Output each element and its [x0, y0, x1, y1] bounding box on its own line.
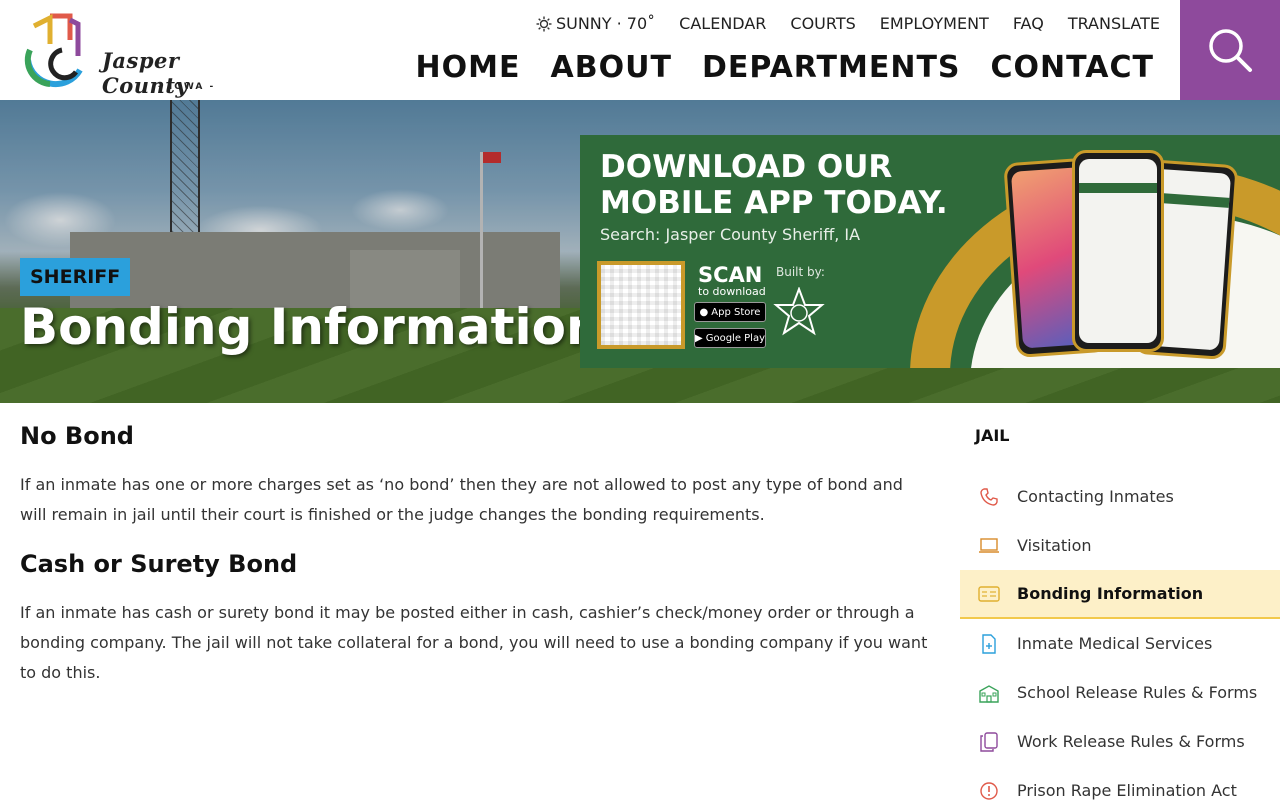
- sidebar-item-contacting-inmates[interactable]: Contacting Inmates: [960, 472, 1280, 521]
- section-text-cash-surety: If an inmate has cash or surety bond it …: [20, 603, 928, 682]
- category-badge[interactable]: SHERIFF: [20, 258, 131, 296]
- phone-mockup-center: [1072, 150, 1164, 352]
- app-store-button[interactable]: ● App Store: [694, 302, 766, 322]
- nav-translate-link[interactable]: TRANSLATE: [1068, 14, 1160, 33]
- county-logo-mark-icon: [24, 13, 83, 88]
- google-play-button[interactable]: ▶ Google Play: [694, 328, 766, 348]
- nav-calendar-link[interactable]: CALENDAR: [679, 14, 766, 33]
- banner-search-text: Search: Jasper County Sheriff, IA: [600, 225, 861, 244]
- app-store-label: App Store: [711, 306, 761, 318]
- sidebar-item-label: Work Release Rules & Forms: [1017, 732, 1245, 751]
- info-icon: [978, 780, 1000, 800]
- site-header: Jasper County - IOWA - SUNNY · 70˚ CALEN…: [0, 0, 1280, 100]
- sidebar-nav: JAIL Contacting Inmates Visitation Bondi…: [960, 418, 1280, 800]
- sidebar-item-label: Bonding Information: [1017, 584, 1204, 603]
- nav-employment-link[interactable]: EMPLOYMENT: [880, 14, 989, 33]
- search-icon: [1209, 29, 1252, 72]
- scan-sublabel: to download: [698, 285, 766, 298]
- sidebar-item-bonding-information[interactable]: Bonding Information: [960, 570, 1280, 619]
- page-title: Bonding Information: [20, 298, 602, 356]
- sidebar-item-label: Prison Rape Elimination Act: [1017, 781, 1237, 800]
- sidebar-item-work-release[interactable]: Work Release Rules & Forms: [960, 717, 1280, 766]
- sidebar-item-inmate-medical-services[interactable]: Inmate Medical Services: [960, 619, 1280, 668]
- main-nav: HOME ABOUT DEPARTMENTS CONTACT: [416, 50, 1154, 85]
- sheriff-star-icon: [773, 287, 825, 336]
- documents-icon: [978, 731, 1000, 753]
- school-icon: [978, 682, 1000, 704]
- sidebar-item-label: School Release Rules & Forms: [1017, 683, 1258, 702]
- laptop-icon: [978, 535, 1000, 557]
- sun-icon: [536, 16, 552, 31]
- section-heading-cash-surety: Cash or Surety Bond: [20, 550, 298, 578]
- mobile-app-banner[interactable]: DOWNLOAD OUR MOBILE APP TODAY. Search: J…: [580, 135, 1280, 368]
- main-content: No Bond If an inmate has one or more cha…: [20, 420, 930, 708]
- nav-courts-link[interactable]: COURTS: [790, 14, 855, 33]
- nav-departments-link[interactable]: DEPARTMENTS: [702, 50, 961, 85]
- logo-subtext: - IOWA -: [158, 82, 216, 92]
- county-logo[interactable]: Jasper County - IOWA -: [20, 10, 250, 98]
- sidebar-item-prea[interactable]: Prison Rape Elimination Act: [960, 766, 1280, 800]
- medical-file-icon: [978, 633, 1000, 655]
- sidebar-item-visitation[interactable]: Visitation: [960, 521, 1280, 570]
- section-heading-no-bond: No Bond: [20, 422, 134, 450]
- section-text-no-bond: If an inmate has one or more charges set…: [20, 475, 903, 524]
- banner-title-line2: MOBILE APP TODAY.: [600, 185, 948, 221]
- nav-faq-link[interactable]: FAQ: [1013, 14, 1044, 33]
- nav-about-link[interactable]: ABOUT: [551, 50, 672, 85]
- nav-home-link[interactable]: HOME: [416, 50, 521, 85]
- sidebar-heading: JAIL: [975, 426, 1010, 445]
- banner-title-line1: DOWNLOAD OUR: [600, 149, 893, 185]
- sidebar-item-label: Contacting Inmates: [1017, 487, 1174, 506]
- search-button[interactable]: [1180, 0, 1280, 100]
- weather-widget[interactable]: SUNNY · 70˚: [536, 14, 655, 33]
- id-card-icon: [978, 583, 1000, 605]
- sidebar-item-school-release[interactable]: School Release Rules & Forms: [960, 668, 1280, 717]
- nav-contact-link[interactable]: CONTACT: [991, 50, 1154, 85]
- utility-nav: SUNNY · 70˚ CALENDAR COURTS EMPLOYMENT F…: [536, 14, 1160, 33]
- qr-code: [597, 261, 685, 349]
- built-by-label: Built by:: [776, 265, 825, 279]
- hero-banner: SHERIFF Bonding Information DOWNLOAD OUR…: [0, 100, 1280, 403]
- phone-icon: [978, 486, 1000, 508]
- scan-label: SCAN: [698, 263, 763, 287]
- google-play-label: Google Play: [705, 332, 765, 344]
- play-icon: ▶: [695, 332, 703, 344]
- sidebar-item-label: Inmate Medical Services: [1017, 634, 1213, 653]
- banner-title: DOWNLOAD OUR MOBILE APP TODAY.: [600, 149, 948, 221]
- weather-label: SUNNY · 70˚: [555, 14, 656, 33]
- apple-icon: ●: [699, 306, 709, 318]
- sidebar-item-label: Visitation: [1017, 536, 1092, 555]
- phone-mockups: [1003, 150, 1240, 360]
